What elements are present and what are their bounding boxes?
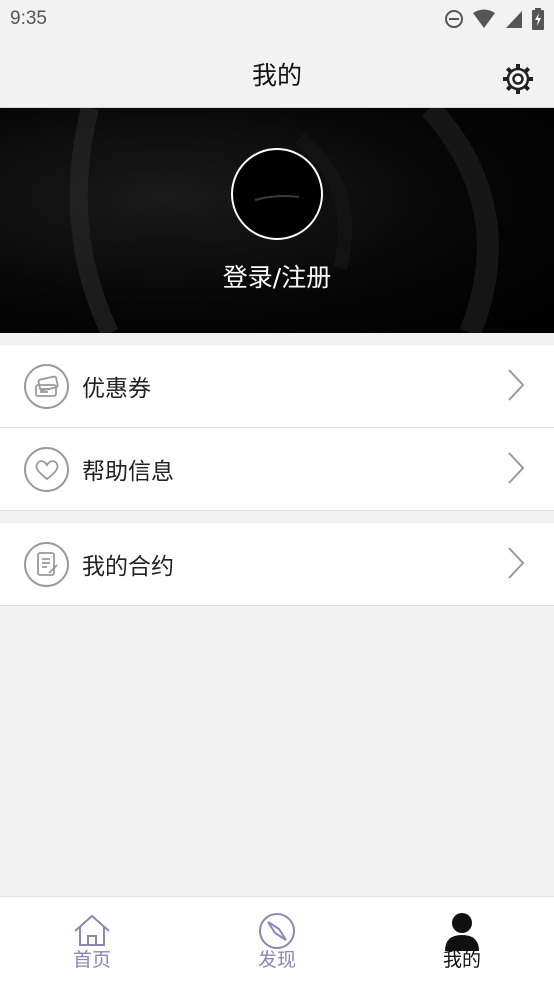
status-icons bbox=[444, 8, 544, 30]
heart-icon bbox=[35, 459, 58, 480]
nav-label: 首页 bbox=[72, 949, 111, 971]
chevron-right-icon bbox=[508, 547, 525, 579]
nav-label: 发现 bbox=[257, 949, 296, 971]
menu-item-coupons[interactable]: 优惠券 bbox=[0, 345, 554, 428]
avatar[interactable] bbox=[231, 148, 323, 240]
title-bar: 我的 bbox=[0, 38, 554, 108]
gear-icon bbox=[503, 64, 533, 94]
ticket-icon-wrap bbox=[24, 364, 69, 409]
status-bar: 9:35 bbox=[0, 0, 554, 38]
page-title: 我的 bbox=[251, 61, 302, 90]
nav-item-home[interactable]: 首页 bbox=[0, 897, 184, 984]
menu-group-secondary: 我的合约 bbox=[0, 523, 554, 606]
status-time: 9:35 bbox=[10, 8, 47, 29]
app-screen: 9:35 我的 登录/注册 优惠券 帮助信息 我的合约 首页 发现 我的 bbox=[0, 0, 554, 984]
wifi-icon bbox=[473, 9, 495, 28]
nav-item-mine[interactable]: 我的 bbox=[370, 897, 554, 984]
menu-item-label: 我的合约 bbox=[82, 554, 174, 580]
heart-icon-wrap bbox=[24, 447, 69, 492]
menu-item-contracts[interactable]: 我的合约 bbox=[0, 523, 554, 606]
signal-icon bbox=[506, 11, 522, 28]
menu-item-help[interactable]: 帮助信息 bbox=[0, 428, 554, 511]
contract-icon bbox=[36, 551, 58, 576]
nav-item-discover[interactable]: 发现 bbox=[185, 897, 369, 984]
chevron-right-icon bbox=[508, 452, 525, 484]
ticket-icon bbox=[34, 375, 59, 397]
menu-group-primary: 优惠券 帮助信息 bbox=[0, 345, 554, 511]
login-register-link[interactable]: 登录/注册 bbox=[0, 258, 554, 294]
bottom-nav: 首页 发现 我的 bbox=[0, 896, 554, 984]
menu-item-label: 优惠券 bbox=[82, 376, 151, 402]
menu-item-label: 帮助信息 bbox=[82, 459, 174, 485]
battery-icon bbox=[532, 8, 544, 30]
avatar-placeholder-icon bbox=[254, 195, 300, 201]
settings-button[interactable] bbox=[502, 63, 534, 95]
contract-icon-wrap bbox=[24, 542, 69, 587]
chevron-right-icon bbox=[508, 369, 525, 401]
profile-banner: 登录/注册 bbox=[0, 108, 554, 333]
do-not-disturb-icon bbox=[445, 10, 463, 28]
nav-label: 我的 bbox=[442, 949, 481, 971]
